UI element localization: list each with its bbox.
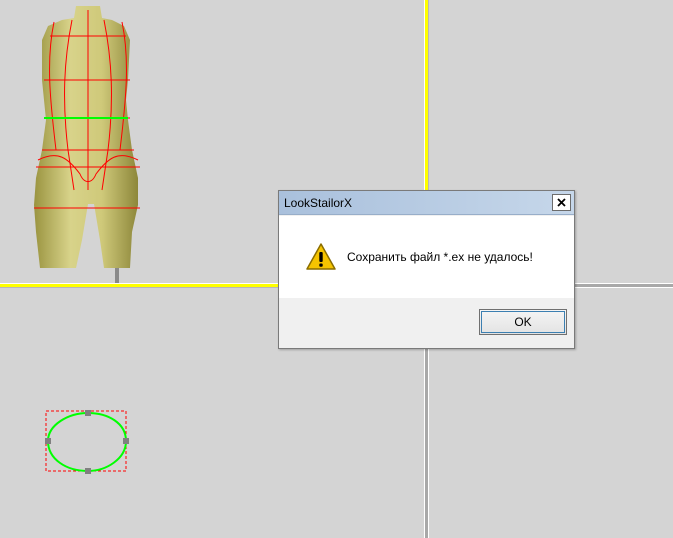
mannequin-figure <box>34 6 140 284</box>
control-point[interactable] <box>85 410 91 416</box>
dialog-title: LookStailorX <box>284 196 353 210</box>
warning-icon <box>306 243 336 270</box>
ok-button[interactable]: OK <box>479 309 567 335</box>
control-point[interactable] <box>85 468 91 474</box>
dialog-titlebar[interactable]: LookStailorX <box>279 191 574 215</box>
close-button[interactable] <box>552 194 571 211</box>
error-dialog: LookStailorX Сохранить файл *.ex не удал… <box>278 190 575 349</box>
body-shape <box>34 6 138 268</box>
close-icon <box>557 198 566 207</box>
mannequin-view[interactable] <box>28 0 148 290</box>
control-point[interactable] <box>123 438 129 444</box>
dialog-message: Сохранить файл *.ex не удалось! <box>347 250 533 264</box>
control-point[interactable] <box>45 438 51 444</box>
dialog-body: Сохранить файл *.ex не удалось! <box>279 216 574 298</box>
cross-section-view[interactable] <box>44 409 130 480</box>
cross-section-shape <box>45 410 129 474</box>
dialog-footer: OK <box>279 298 574 348</box>
section-contour <box>46 411 128 473</box>
